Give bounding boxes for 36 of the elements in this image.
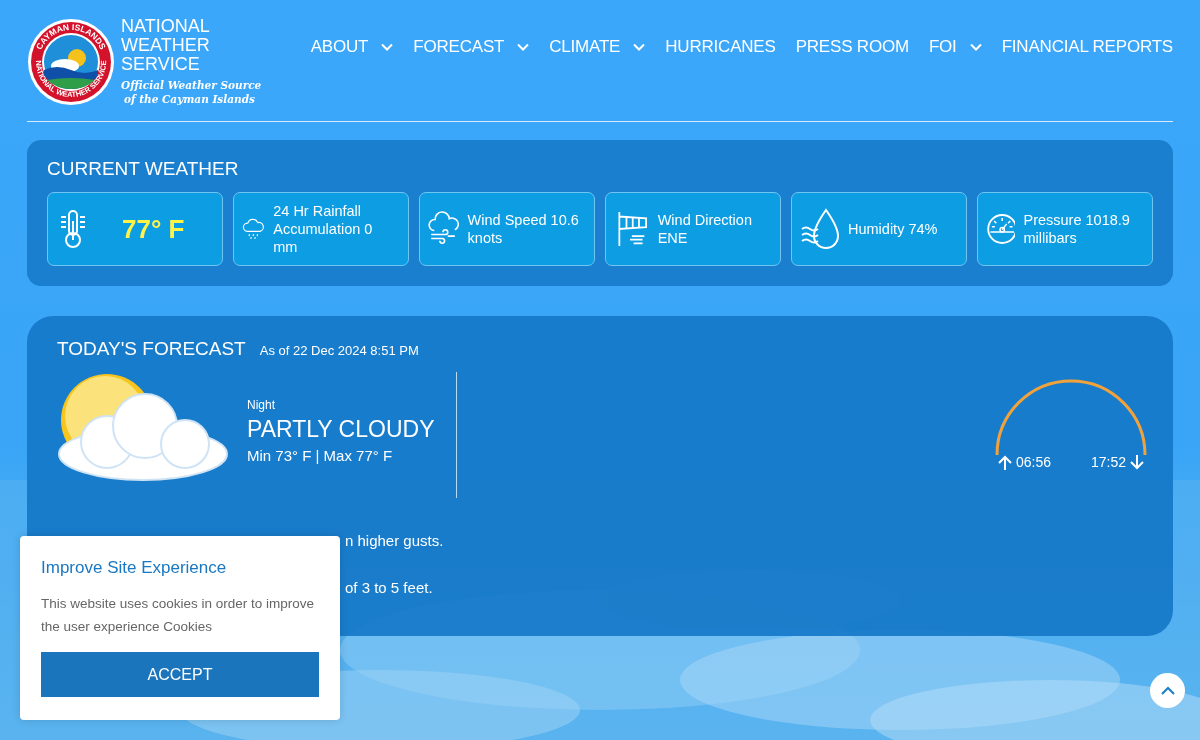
sun-arc-icon <box>995 378 1147 456</box>
weather-reading: Pressure 1018.9 millibars <box>1023 211 1131 247</box>
section-title: CURRENT WEATHER <box>47 158 240 180</box>
nav-link[interactable]: CLIMATE <box>549 36 646 57</box>
period-label: Night <box>247 398 276 412</box>
water-drop-icon <box>800 207 840 251</box>
weather-reading: Wind Speed 10.6 knots <box>467 211 580 247</box>
weather-reading: Humidity 74% <box>848 220 938 238</box>
chevron-up-icon <box>1160 686 1175 695</box>
nav-link[interactable]: PRESS ROOM <box>795 36 909 57</box>
temperature-range: Min 73° F | Max 77° F <box>247 447 394 464</box>
site-title: NATIONAL WEATHER SERVICE <box>121 17 211 74</box>
section-title: TODAY'S FORECAST <box>57 338 246 360</box>
timestamp: As of 22 Dec 2024 8:51 PM <box>259 343 419 358</box>
nav-link[interactable]: HURRICANES <box>665 36 776 57</box>
nav-link[interactable]: ABOUT <box>310 36 394 57</box>
sunrise-time: 06:56 <box>1015 454 1051 470</box>
nav-link[interactable]: FINANCIAL REPORTS <box>1001 36 1173 57</box>
forecast-text: n higher gusts. <box>345 532 444 549</box>
dialog-text: This website uses cookies in order to improve the user experience Cookies <box>41 595 316 636</box>
nav-link[interactable]: FORECAST <box>413 36 530 57</box>
tagline: Official Weather Source <box>121 78 263 92</box>
arrow-up-icon <box>997 454 1012 470</box>
arrow-down-icon <box>1130 454 1145 470</box>
weather-reading: 24 Hr Rainfall Accumulation 0 mm <box>273 202 374 256</box>
accept-button[interactable]: ACCEPT <box>41 652 319 697</box>
sunset-time: 17:52 <box>1091 454 1127 470</box>
weather-reading: Wind Direction ENE <box>657 211 753 247</box>
scroll-top-button[interactable] <box>1150 673 1185 708</box>
tagline: of the Cayman Islands <box>123 92 256 106</box>
sun-behind-cloud-icon <box>57 372 229 482</box>
nav-link[interactable]: FOI <box>928 36 982 57</box>
condition: PARTLY CLOUDY <box>247 416 435 443</box>
temperature-value: 77° F <box>122 213 185 245</box>
dialog-title: Improve Site Experience <box>41 558 228 578</box>
forecast-text: of 3 to 5 feet. <box>345 579 433 596</box>
